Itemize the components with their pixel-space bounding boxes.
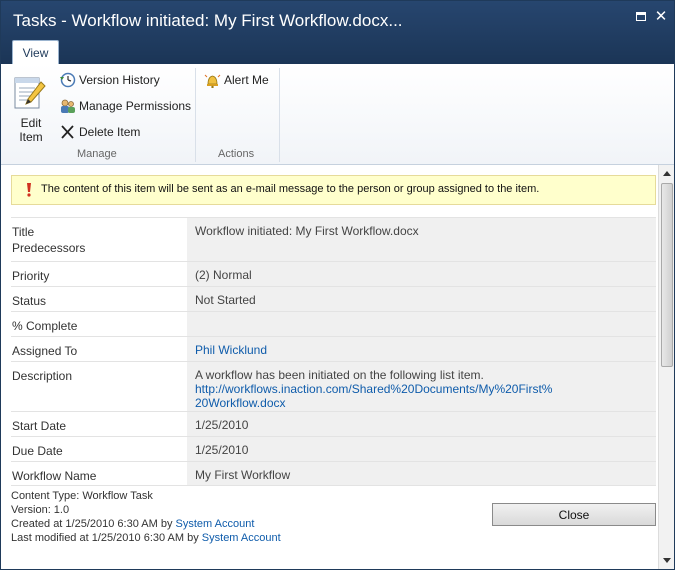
field-row-description: Description A workflow has been initiate…: [11, 361, 656, 411]
field-row-due-date: Due Date 1/25/2010: [11, 436, 656, 461]
manage-permissions-icon: [61, 99, 75, 113]
manage-permissions-label: Manage Permissions: [79, 99, 192, 113]
alert-me-label: Alert Me: [224, 73, 269, 87]
content-type-text: Content Type: Workflow Task: [11, 490, 153, 502]
version-history-icon: [60, 72, 76, 88]
field-row-status: Status Not Started: [11, 286, 656, 311]
created-text: Created at 1/25/2010 6:30 AM by: [11, 518, 176, 530]
edit-item-button[interactable]: Edit Item: [9, 72, 53, 144]
status-label: Status: [11, 287, 187, 311]
modified-line: Last modified at 1/25/2010 6:30 AM by Sy…: [11, 531, 491, 545]
edit-item-label: Edit Item: [19, 116, 43, 144]
alert-bell-icon: [204, 74, 221, 88]
priority-value: (2) Normal: [187, 262, 656, 286]
scroll-thumb[interactable]: [661, 183, 673, 367]
start-date-value: 1/25/2010: [187, 412, 656, 436]
description-label: Description: [11, 362, 187, 411]
assigned-value-cell: Phil Wicklund: [187, 337, 656, 361]
workflow-name-label: Workflow Name: [11, 462, 187, 485]
modified-by-link[interactable]: System Account: [202, 532, 281, 544]
field-row-workflow-name: Workflow Name My First Workflow: [11, 461, 656, 486]
notice-text: The content of this item will be sent as…: [41, 183, 540, 195]
predecessors-label: Predecessors: [12, 241, 86, 255]
vertical-scrollbar[interactable]: [658, 165, 674, 569]
description-value: A workflow has been initiated on the fol…: [187, 362, 656, 411]
field-row-assigned: Assigned To Phil Wicklund: [11, 336, 656, 361]
description-link[interactable]: http://workflows.inaction.com/Shared%20D…: [195, 382, 656, 410]
assigned-label: Assigned To: [11, 337, 187, 361]
version-text: Version: 1.0: [11, 504, 70, 516]
field-row-priority: Priority (2) Normal: [11, 261, 656, 286]
delete-item-label: Delete Item: [79, 125, 141, 139]
group-separator: [279, 68, 280, 162]
priority-label: Priority: [11, 262, 187, 286]
modified-text: Last modified at 1/25/2010 6:30 AM by: [11, 532, 202, 544]
close-button[interactable]: Close: [492, 503, 656, 526]
content-area: The content of this item will be sent as…: [1, 165, 658, 569]
group-label-manage: Manage: [77, 148, 117, 160]
complete-value: [187, 312, 656, 336]
field-row-title: Title Predecessors Workflow initiated: M…: [11, 217, 656, 261]
scroll-up-icon[interactable]: [660, 167, 674, 181]
field-row-complete: % Complete: [11, 311, 656, 336]
due-date-value: 1/25/2010: [187, 437, 656, 461]
close-icon[interactable]: ✕: [653, 9, 669, 25]
task-dialog: Tasks - Workflow initiated: My First Wor…: [0, 0, 675, 570]
ribbon: Edit Item Version History Manage Permiss…: [1, 64, 674, 165]
edit-item-icon: [14, 77, 46, 109]
complete-label: % Complete: [11, 312, 187, 336]
delete-icon: [61, 125, 74, 139]
scroll-down-icon[interactable]: [660, 553, 674, 567]
workflow-name-value: My First Workflow: [187, 462, 656, 485]
field-label-title: Title Predecessors: [11, 218, 187, 261]
maximize-icon[interactable]: [633, 9, 649, 25]
description-link-line2[interactable]: 20Workflow.docx: [195, 396, 656, 410]
due-date-label: Due Date: [11, 437, 187, 461]
title-value: Workflow initiated: My First Workflow.do…: [187, 218, 656, 261]
start-date-label: Start Date: [11, 412, 187, 436]
group-separator: [195, 68, 196, 162]
created-line: Created at 1/25/2010 6:30 AM by System A…: [11, 517, 491, 531]
email-notice: The content of this item will be sent as…: [11, 175, 656, 205]
tab-view[interactable]: View: [12, 40, 59, 65]
assigned-user-link[interactable]: Phil Wicklund: [195, 343, 267, 357]
title-label: Title: [12, 225, 35, 239]
version-history-label: Version History: [79, 73, 160, 87]
group-label-actions: Actions: [218, 148, 255, 160]
description-text: A workflow has been initiated on the fol…: [195, 368, 484, 382]
field-row-start-date: Start Date 1/25/2010: [11, 411, 656, 436]
created-by-link[interactable]: System Account: [176, 518, 255, 530]
window-title: Tasks - Workflow initiated: My First Wor…: [13, 11, 403, 30]
status-value: Not Started: [187, 287, 656, 311]
exclamation-icon: [27, 183, 31, 197]
description-link-line1[interactable]: http://workflows.inaction.com/Shared%20D…: [195, 382, 656, 396]
item-metadata: Content Type: Workflow Task Version: 1.0…: [11, 489, 491, 545]
title-bar: Tasks - Workflow initiated: My First Wor…: [1, 1, 674, 65]
